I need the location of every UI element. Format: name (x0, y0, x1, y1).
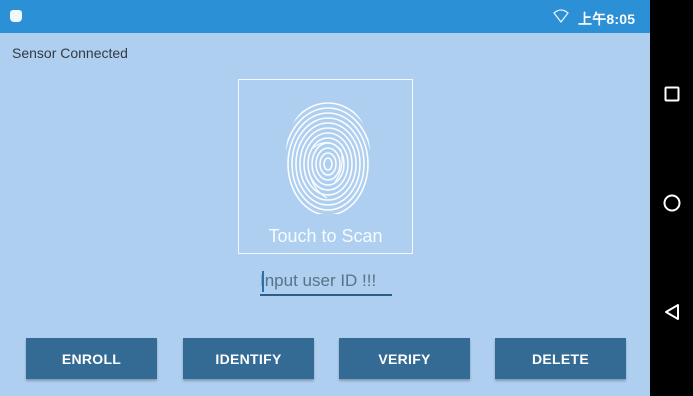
scan-caption: Touch to Scan (268, 226, 383, 246)
app-frame: 上午8:05 Sensor Connected Touch to Scan In… (0, 0, 650, 396)
status-time: 上午8:05 (578, 11, 636, 27)
sensor-status-text: Sensor Connected (12, 45, 128, 61)
home-button[interactable] (650, 181, 693, 224)
fingerprint-icon (286, 102, 370, 214)
recents-icon (664, 86, 679, 101)
back-icon (664, 303, 679, 320)
wifi-icon (553, 9, 569, 23)
enroll-button[interactable]: ENROLL (26, 338, 157, 379)
fingerprint-scan-area[interactable]: Touch to Scan (238, 79, 413, 254)
android-icon (10, 10, 22, 22)
home-icon (663, 194, 680, 211)
verify-button[interactable]: VERIFY (339, 338, 470, 379)
recents-button[interactable] (650, 72, 693, 115)
delete-button[interactable]: DELETE (495, 338, 626, 379)
back-button[interactable] (650, 290, 693, 333)
user-id-input[interactable] (260, 268, 392, 296)
text-cursor (262, 271, 264, 292)
status-bar: 上午8:05 (0, 0, 650, 33)
identify-button[interactable]: IDENTIFY (183, 338, 314, 379)
navigation-bar (650, 0, 693, 396)
